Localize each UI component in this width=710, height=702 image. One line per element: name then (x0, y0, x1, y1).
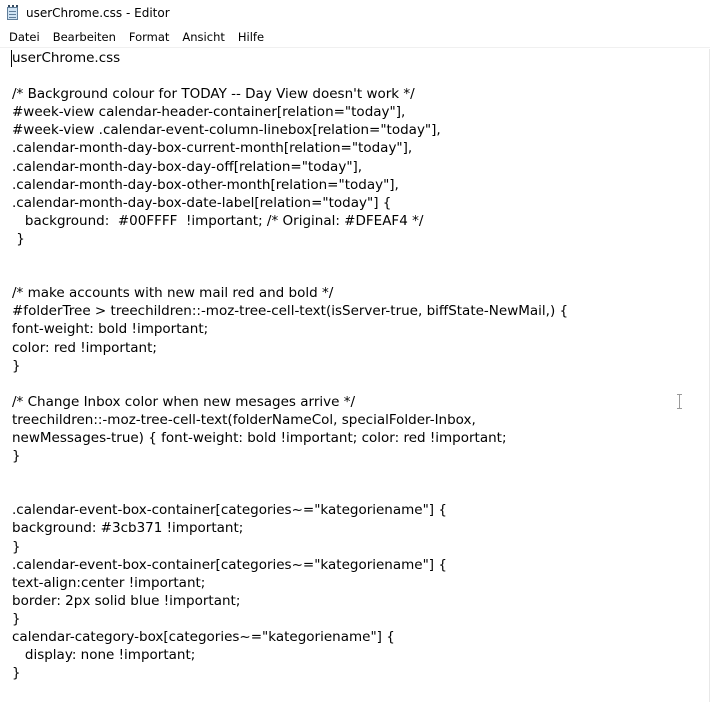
text-editor-area[interactable]: userChrome.css /* Background colour for … (0, 49, 710, 702)
notepad-icon (6, 5, 20, 21)
menu-bar: Datei Bearbeiten Format Ansicht Hilfe (0, 26, 710, 48)
menu-hilfe[interactable]: Hilfe (232, 28, 270, 46)
title-bar[interactable]: userChrome.css - Editor (0, 0, 710, 26)
text-caret (11, 50, 12, 67)
ibeam-cursor-icon (677, 394, 682, 409)
menu-format[interactable]: Format (123, 28, 176, 46)
menu-datei[interactable]: Datei (3, 28, 46, 46)
editor-window: userChrome.css - Editor Datei Bearbeiten… (0, 0, 710, 702)
window-title: userChrome.css - Editor (26, 6, 170, 20)
editor-text-content[interactable]: userChrome.css /* Background colour for … (0, 49, 710, 682)
menu-ansicht[interactable]: Ansicht (176, 28, 230, 46)
menu-bearbeiten[interactable]: Bearbeiten (47, 28, 122, 46)
